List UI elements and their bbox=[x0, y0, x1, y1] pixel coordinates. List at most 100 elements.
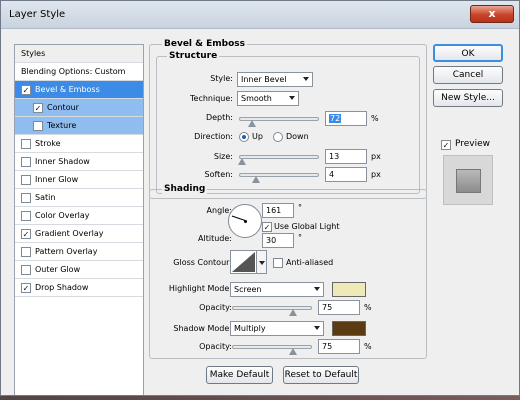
style-item-label: Bevel & Emboss bbox=[35, 85, 100, 94]
depth-input[interactable]: 72 bbox=[325, 111, 367, 126]
style-item-label: Satin bbox=[35, 193, 56, 202]
style-item-checkbox[interactable] bbox=[21, 265, 31, 275]
style-item[interactable]: Pattern Overlay bbox=[15, 243, 143, 261]
highlight-opacity-value: 75 bbox=[322, 303, 333, 312]
preview-checkbox[interactable]: ✓ bbox=[441, 140, 451, 150]
style-select[interactable]: Inner Bevel bbox=[237, 72, 313, 87]
style-item[interactable]: Texture bbox=[15, 117, 143, 135]
style-item-label: Inner Glow bbox=[35, 175, 79, 184]
preview-label: Preview bbox=[455, 139, 491, 149]
shading-group: Shading Angle: 161 ° ✓ Use Global Light … bbox=[149, 184, 427, 359]
style-item-label: Inner Shadow bbox=[35, 157, 90, 166]
style-item[interactable]: Inner Glow bbox=[15, 171, 143, 189]
style-item-checkbox[interactable] bbox=[21, 247, 31, 257]
cancel-button[interactable]: Cancel bbox=[433, 66, 503, 84]
style-item-checkbox[interactable] bbox=[21, 211, 31, 221]
chevron-down-icon bbox=[314, 326, 320, 330]
highlight-mode-select[interactable]: Screen bbox=[230, 282, 324, 297]
style-item-checkbox[interactable]: ✓ bbox=[21, 229, 31, 239]
chevron-down-icon bbox=[259, 261, 265, 265]
style-item-label: Gradient Overlay bbox=[35, 229, 104, 238]
technique-select[interactable]: Smooth bbox=[237, 91, 299, 106]
shadow-opacity-value: 75 bbox=[322, 342, 333, 351]
direction-down-label: Down bbox=[286, 132, 309, 141]
ok-button[interactable]: OK bbox=[433, 44, 503, 62]
angle-input[interactable]: 161 bbox=[262, 203, 294, 218]
bevel-emboss-title: Bevel & Emboss bbox=[162, 39, 247, 49]
shadow-mode-value: Multiply bbox=[234, 324, 266, 333]
direction-up-radio[interactable] bbox=[239, 132, 249, 142]
style-item[interactable]: Inner Shadow bbox=[15, 153, 143, 171]
size-input[interactable]: 13 bbox=[325, 149, 367, 164]
soften-unit: px bbox=[371, 170, 381, 179]
blending-options-item[interactable]: Blending Options: Custom bbox=[15, 63, 143, 81]
style-item[interactable]: ✓ Contour bbox=[15, 99, 143, 117]
soften-slider-thumb[interactable] bbox=[252, 176, 260, 183]
make-default-button[interactable]: Make Default bbox=[206, 366, 273, 384]
close-button[interactable]: x bbox=[470, 5, 514, 23]
style-item-checkbox[interactable] bbox=[21, 139, 31, 149]
soften-value: 4 bbox=[329, 170, 335, 179]
shadow-opacity-input[interactable]: 75 bbox=[318, 339, 360, 354]
window-title: Layer Style bbox=[9, 9, 66, 20]
styles-header[interactable]: Styles bbox=[15, 45, 143, 63]
highlight-opacity-unit: % bbox=[364, 303, 372, 312]
shadow-mode-select[interactable]: Multiply bbox=[230, 321, 324, 336]
depth-slider[interactable] bbox=[239, 117, 319, 127]
size-value: 13 bbox=[329, 152, 340, 161]
bevel-emboss-group: Bevel & Emboss Structure Style: Inner Be… bbox=[149, 39, 427, 199]
anti-aliased-checkbox[interactable] bbox=[273, 258, 283, 268]
shadow-mode-label: Shadow Mode: bbox=[173, 324, 232, 333]
altitude-value: 30 bbox=[266, 236, 277, 245]
use-global-light-checkbox[interactable]: ✓ bbox=[262, 222, 272, 232]
shadow-opacity-thumb[interactable] bbox=[289, 348, 297, 355]
style-item-checkbox[interactable] bbox=[33, 121, 43, 131]
style-item[interactable]: ✓ Bevel & Emboss bbox=[15, 81, 143, 99]
shadow-opacity-slider[interactable] bbox=[232, 345, 312, 355]
direction-label: Direction: bbox=[194, 132, 233, 141]
style-item-label: Color Overlay bbox=[35, 211, 90, 220]
style-item-checkbox[interactable]: ✓ bbox=[21, 283, 31, 293]
chevron-down-icon bbox=[289, 96, 295, 100]
style-item[interactable]: ✓ Drop Shadow bbox=[15, 279, 143, 297]
style-item[interactable]: ✓ Gradient Overlay bbox=[15, 225, 143, 243]
style-item-checkbox[interactable] bbox=[21, 157, 31, 167]
gloss-contour-dropdown[interactable] bbox=[257, 250, 267, 274]
style-item[interactable]: Stroke bbox=[15, 135, 143, 153]
style-item-checkbox[interactable] bbox=[21, 193, 31, 203]
structure-title: Structure bbox=[167, 51, 220, 61]
highlight-opacity-label: Opacity: bbox=[199, 303, 232, 312]
size-slider[interactable] bbox=[238, 155, 319, 165]
style-item-label: Contour bbox=[47, 103, 79, 112]
shading-title: Shading bbox=[162, 184, 208, 194]
soften-input[interactable]: 4 bbox=[325, 167, 367, 182]
soften-slider[interactable] bbox=[239, 173, 319, 183]
style-item[interactable]: Outer Glow bbox=[15, 261, 143, 279]
highlight-opacity-input[interactable]: 75 bbox=[318, 300, 360, 315]
angle-dial[interactable] bbox=[228, 204, 262, 238]
layer-style-dialog: Layer Style x Styles Blending Options: C… bbox=[0, 0, 520, 396]
style-item[interactable]: Satin bbox=[15, 189, 143, 207]
reset-to-default-button[interactable]: Reset to Default bbox=[283, 366, 359, 384]
style-item-label: Outer Glow bbox=[35, 265, 81, 274]
style-select-value: Inner Bevel bbox=[241, 75, 287, 84]
direction-up-label: Up bbox=[252, 132, 263, 141]
gloss-contour-preview[interactable] bbox=[230, 250, 257, 274]
depth-slider-thumb[interactable] bbox=[248, 120, 256, 127]
style-item-checkbox[interactable]: ✓ bbox=[21, 85, 31, 95]
style-item-checkbox[interactable] bbox=[21, 175, 31, 185]
highlight-mode-value: Screen bbox=[234, 285, 262, 294]
direction-down-radio[interactable] bbox=[273, 132, 283, 142]
new-style-button[interactable]: New Style... bbox=[433, 89, 503, 107]
depth-value: 72 bbox=[329, 114, 342, 123]
highlight-opacity-slider[interactable] bbox=[232, 306, 312, 316]
style-item[interactable]: Color Overlay bbox=[15, 207, 143, 225]
style-item-checkbox[interactable]: ✓ bbox=[33, 103, 43, 113]
shadow-color-swatch[interactable] bbox=[332, 321, 366, 336]
highlight-color-swatch[interactable] bbox=[332, 282, 366, 297]
size-slider-thumb[interactable] bbox=[238, 158, 246, 165]
use-global-light-label: Use Global Light bbox=[274, 222, 340, 231]
structure-group: Structure Style: Inner Bevel Technique: … bbox=[156, 51, 420, 194]
altitude-input[interactable]: 30 bbox=[262, 233, 294, 248]
highlight-opacity-thumb[interactable] bbox=[289, 309, 297, 316]
